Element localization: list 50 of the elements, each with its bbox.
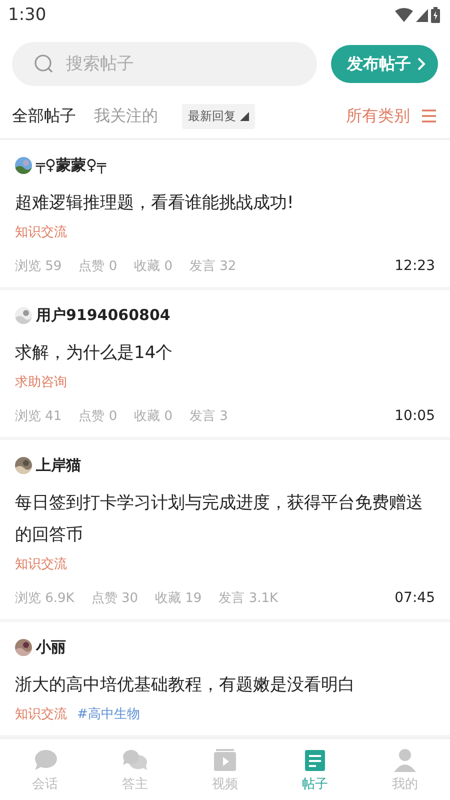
- nav-tab[interactable]: 会话: [0, 739, 90, 800]
- post-title[interactable]: 超难逻辑推理题，看看谁能挑战成功!: [15, 187, 435, 219]
- signal-icon: [416, 8, 428, 22]
- nav-tab[interactable]: 帖子: [270, 739, 360, 800]
- post-title[interactable]: 每日签到打卡学习计划与完成进度，获得平台免费赠送的回答币: [15, 487, 435, 551]
- chevron-right-icon: [417, 57, 426, 71]
- author-name: ╤♀蒙蒙♀╤: [36, 156, 106, 175]
- status-time: 1:30: [8, 5, 46, 25]
- post-stat: 发言 32: [190, 258, 236, 275]
- post-time: 07:45: [394, 590, 435, 606]
- search-field[interactable]: 搜索帖子: [12, 42, 317, 86]
- post-stat: 发言 3: [190, 408, 228, 425]
- post-stat: 收藏 0: [134, 408, 172, 425]
- sort-dropdown[interactable]: 最新回复: [182, 104, 255, 128]
- post-stat: 点赞 30: [91, 590, 138, 607]
- post-stat: 点赞 0: [78, 408, 118, 425]
- post-stat: 浏览 59: [15, 258, 62, 275]
- category-filter[interactable]: 所有类别: [346, 106, 436, 126]
- author-name: 用户9194060804: [36, 306, 170, 325]
- post-title[interactable]: 求解，为什么是14个: [15, 337, 435, 369]
- nav-tab[interactable]: 视频: [180, 739, 270, 800]
- person-icon: [391, 747, 419, 773]
- post-stat: 浏览 41: [15, 408, 62, 425]
- search-icon: [34, 54, 54, 74]
- post-stat: 发言 3.1K: [218, 590, 278, 607]
- nav-tab[interactable]: 答主: [90, 739, 180, 800]
- category-tag[interactable]: 知识交流: [15, 223, 67, 241]
- triangle-icon: [240, 112, 249, 120]
- category-tag[interactable]: 知识交流: [15, 705, 67, 723]
- post-button[interactable]: 发布帖子: [331, 45, 438, 83]
- play-icon: [211, 747, 239, 773]
- post-stat: 浏览 6.9K: [15, 590, 74, 607]
- post-time: 10:05: [394, 408, 435, 424]
- nav-tab[interactable]: 我的: [360, 739, 450, 800]
- post-stat: 点赞 0: [78, 258, 118, 275]
- chat-bubbles-icon: [121, 747, 149, 773]
- post-time: 12:23: [394, 258, 435, 274]
- post-stat: 收藏 0: [134, 258, 172, 275]
- post-title[interactable]: 浙大的高中培优基础教程，有题嫩是没看明白: [15, 669, 435, 701]
- post-stat: 收藏 19: [155, 590, 202, 607]
- author-name: 小丽: [36, 638, 66, 657]
- author-name: 上岸猫: [36, 456, 81, 475]
- filter-tab[interactable]: 全部帖子: [12, 106, 76, 126]
- category-tag[interactable]: 知识交流: [15, 555, 67, 573]
- filter-tab[interactable]: 我关注的: [94, 106, 158, 126]
- wifi-icon: [395, 8, 413, 22]
- menu-icon: [422, 109, 436, 123]
- category-tag[interactable]: #高中生物: [77, 705, 140, 723]
- battery-icon: [431, 7, 440, 23]
- category-tag[interactable]: 求助咨询: [15, 373, 67, 391]
